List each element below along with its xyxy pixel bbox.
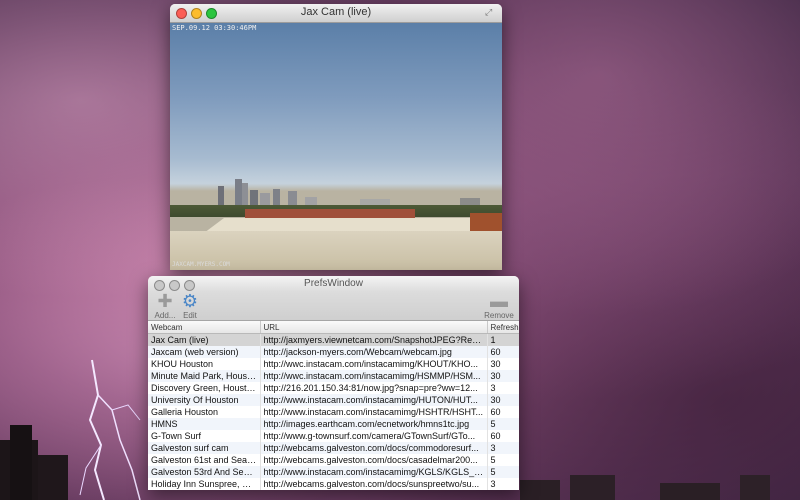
column-header-webcam[interactable]: Webcam [148, 321, 261, 334]
table-cell-name: G-Town Surf [148, 430, 261, 442]
webcam-footer-stamp: JAXCAM.MYERS.COM [172, 261, 230, 268]
table-cell-name: Galleria Houston [148, 406, 261, 418]
table-cell-url: http://jackson-myers.com/Webcam/webcam.j… [260, 346, 488, 358]
table-cell-name: KHOU Houston [148, 358, 261, 370]
gear-icon: ⚙ [181, 291, 199, 311]
camera-window-titlebar[interactable]: Jax Cam (live) ⤢ [170, 4, 502, 23]
table-cell-refresh: 5 [487, 466, 519, 478]
remove-button-label: Remove [484, 311, 514, 320]
table-cell-refresh: 3 [487, 442, 519, 454]
table-row[interactable]: Minute Maid Park, Houston http://wwc.inst… [148, 370, 519, 382]
prefs-window: PrefsWindow ✚ Add... ⚙ Edit ▬ Remove Web… [148, 276, 519, 490]
remove-button[interactable]: ▬ Remove [484, 291, 514, 320]
table-row[interactable]: Galveston 61st and Seawall http://webcams… [148, 454, 519, 466]
prefs-toolbar: ✚ Add... ⚙ Edit ▬ Remove [148, 291, 519, 321]
table-cell-name: HMNS [148, 418, 261, 430]
table-cell-refresh: 3 [487, 478, 519, 490]
table-cell-url: http://216.201.150.34:81/now.jpg?snap=pr… [260, 382, 488, 394]
table-cell-name: Jax Cam (live) [148, 333, 261, 346]
table-cell-url: http://wwc.instacam.com/instacamimg/KHOU… [260, 358, 488, 370]
table-row[interactable]: Galveston surf cam http://webcams.galvest… [148, 442, 519, 454]
table-cell-refresh: 5 [487, 454, 519, 466]
table-cell-url: http://webcams.galveston.com/docs/casade… [260, 454, 488, 466]
column-header-url[interactable]: URL [260, 321, 488, 334]
table-cell-name: Discovery Green, Houston [148, 382, 261, 394]
table-row[interactable]: Holiday Inn Sunspree, Ga... http://webcam… [148, 478, 519, 490]
table-cell-url: http://www.instacam.com/instacamimg/KGLS… [260, 466, 488, 478]
table-cell-url: http://www.g-townsurf.com/camera/GTownSu… [260, 430, 488, 442]
column-header-refresh[interactable]: Refresh [487, 321, 519, 334]
prefs-window-titlebar[interactable]: PrefsWindow [148, 276, 519, 292]
table-cell-refresh: 60 [487, 406, 519, 418]
table-row[interactable]: Jax Cam (live) http://jaxmyers.viewnetcam… [148, 333, 519, 346]
table-row[interactable]: University Of Houston http://www.instacam… [148, 394, 519, 406]
camera-window-title: Jax Cam (live) [300, 6, 372, 18]
table-cell-url: http://webcams.galveston.com/docs/sunspr… [260, 478, 488, 490]
table-cell-name: Holiday Inn Sunspree, Ga... [148, 478, 261, 490]
table-cell-url: http://www.instacam.com/instacamimg/HUTO… [260, 394, 488, 406]
table-cell-name: Galveston 53rd And Seawall [148, 466, 261, 478]
table-cell-refresh: 30 [487, 370, 519, 382]
table-cell-refresh: 3 [487, 382, 519, 394]
table-cell-name: Minute Maid Park, Houston [148, 370, 261, 382]
table-row[interactable]: G-Town Surf http://www.g-townsurf.com/cam… [148, 430, 519, 442]
table-row[interactable]: KHOU Houston http://wwc.instacam.com/inst… [148, 358, 519, 370]
minus-icon: ▬ [490, 291, 508, 311]
table-cell-refresh: 30 [487, 394, 519, 406]
table-cell-refresh: 5 [487, 418, 519, 430]
camera-window: Jax Cam (live) ⤢ SEP.09.12 03:30:46PM JA… [170, 4, 502, 270]
table-cell-name: Jaxcam (web version) [148, 346, 261, 358]
table-cell-url: http://jaxmyers.viewnetcam.com/SnapshotJ… [260, 333, 488, 346]
table-cell-url: http://images.earthcam.com/ecnetwork/hmn… [260, 418, 488, 430]
webcam-table: Webcam URL Refresh Jax Cam (live) http://… [148, 321, 519, 490]
table-cell-url: http://www.instacam.com/instacamimg/HSHT… [260, 406, 488, 418]
table-cell-refresh: 60 [487, 430, 519, 442]
table-row[interactable]: HMNS http://images.earthcam.com/ecnetwork… [148, 418, 519, 430]
table-row[interactable]: Discovery Green, Houston http://216.201.1… [148, 382, 519, 394]
fullscreen-icon[interactable]: ⤢ [485, 7, 496, 18]
table-cell-name: University Of Houston [148, 394, 261, 406]
edit-button-label: Edit [183, 311, 197, 320]
table-row[interactable]: Jaxcam (web version) http://jackson-myers… [148, 346, 519, 358]
prefs-window-title: PrefsWindow [304, 278, 363, 289]
table-cell-name: Galveston surf cam [148, 442, 261, 454]
table-row[interactable]: Galveston 53rd And Seawall http://www.ins… [148, 466, 519, 478]
table-row[interactable]: Galleria Houston http://www.instacam.com/… [148, 406, 519, 418]
table-cell-name: Galveston 61st and Seawall [148, 454, 261, 466]
edit-button[interactable]: ⚙ Edit [175, 291, 205, 320]
table-cell-refresh: 30 [487, 358, 519, 370]
table-cell-url: http://wwc.instacam.com/instacamimg/HSMM… [260, 370, 488, 382]
table-cell-url: http://webcams.galveston.com/docs/commod… [260, 442, 488, 454]
table-cell-refresh: 60 [487, 346, 519, 358]
webcam-image: SEP.09.12 03:30:46PM JAXCAM.MYERS.COM [170, 23, 502, 270]
table-cell-refresh: 1 [487, 333, 519, 346]
